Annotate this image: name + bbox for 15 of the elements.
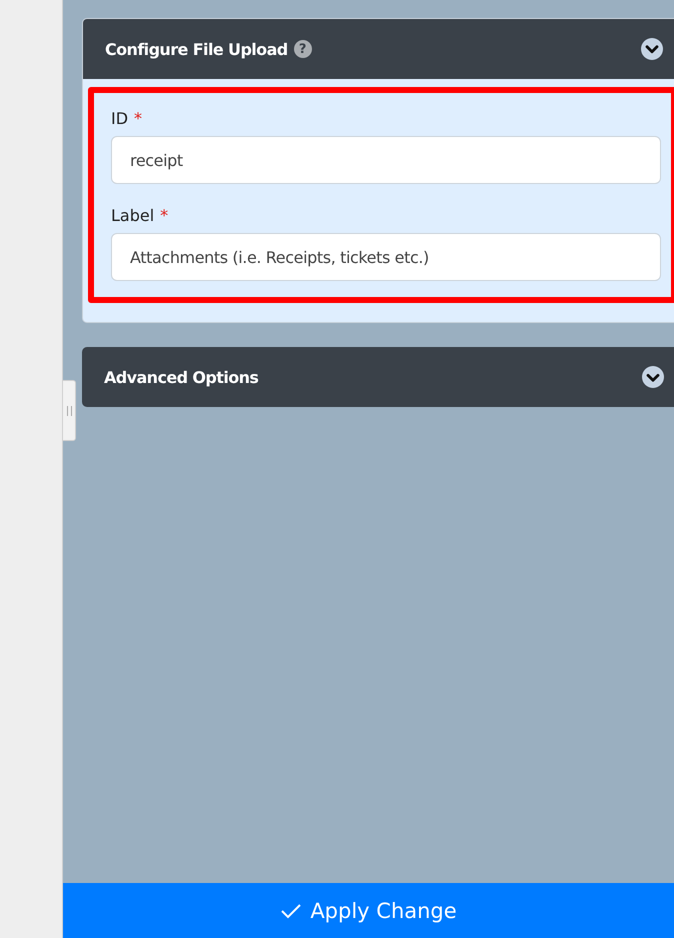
field-label: ID xyxy=(111,109,128,128)
apply-button[interactable]: Apply Change xyxy=(63,883,674,938)
field-label: Label xyxy=(111,206,154,225)
chevron-down-icon[interactable] xyxy=(642,366,664,388)
section-title: Advanced Options xyxy=(104,368,258,386)
required-mark: * xyxy=(160,206,168,225)
chevron-down-icon[interactable] xyxy=(641,38,663,60)
resize-handle[interactable] xyxy=(62,380,76,441)
required-mark: * xyxy=(134,109,142,128)
section-title: Configure File Upload xyxy=(105,40,288,58)
check-icon xyxy=(280,902,302,920)
help-icon[interactable]: ? xyxy=(294,40,312,58)
section-header[interactable]: Configure File Upload ? xyxy=(83,19,674,79)
text-field[interactable]: receipt xyxy=(111,136,661,184)
text-field[interactable]: Attachments (i.e. Receipts, tickets etc.) xyxy=(111,233,661,281)
